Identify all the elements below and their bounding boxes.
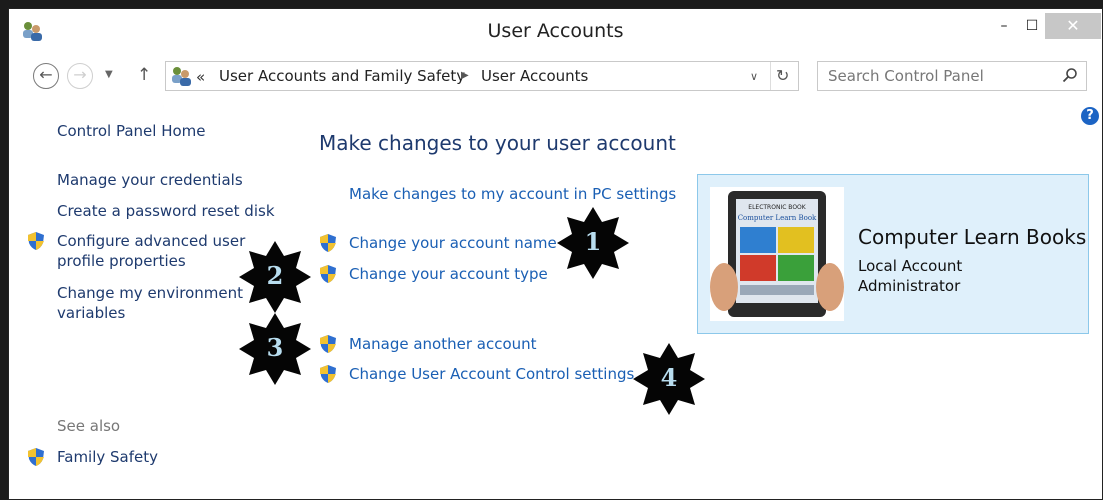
address-dropdown-icon[interactable]: ∨ xyxy=(750,70,758,83)
callout-badge-1: 1 xyxy=(555,205,631,281)
close-button[interactable]: ✕ xyxy=(1045,13,1101,39)
picture-caption-title: Computer Learn Book xyxy=(738,214,817,222)
title-bar: User Accounts – ☐ ✕ xyxy=(9,9,1102,53)
callout-number: 1 xyxy=(584,227,602,256)
sidebar-change-environment-variables[interactable]: Change my environment variables xyxy=(57,283,257,323)
shield-icon xyxy=(320,265,336,283)
account-role: Administrator xyxy=(858,277,961,295)
refresh-icon[interactable]: ↻ xyxy=(776,66,789,85)
account-type: Local Account xyxy=(858,257,963,275)
callout-badge-3: 3 xyxy=(237,311,313,387)
forward-button[interactable]: → xyxy=(67,63,93,89)
sidebar-configure-advanced-profile[interactable]: Configure advanced user profile properti… xyxy=(57,231,257,271)
maximize-button[interactable]: ☐ xyxy=(1017,13,1047,39)
breadcrumb-user-accounts[interactable]: User Accounts xyxy=(481,67,588,85)
sidebar-create-password-reset-disk[interactable]: Create a password reset disk xyxy=(57,201,275,221)
task-change-uac-settings[interactable]: Change User Account Control settings xyxy=(349,365,634,383)
back-button[interactable]: ← xyxy=(33,63,59,89)
sidebar-control-panel-home[interactable]: Control Panel Home xyxy=(57,121,206,141)
callout-number: 2 xyxy=(266,261,284,290)
user-accounts-window: User Accounts – ☐ ✕ ← → ▼ ↑ « User Accou… xyxy=(8,8,1103,500)
help-icon[interactable]: ? xyxy=(1081,107,1099,125)
callout-badge-2: 2 xyxy=(237,239,313,315)
search-icon[interactable] xyxy=(1062,67,1078,83)
account-picture: ELECTRONIC BOOK Computer Learn Book xyxy=(710,187,844,321)
page-heading: Make changes to your user account xyxy=(319,131,676,155)
search-placeholder: Search Control Panel xyxy=(828,67,984,85)
address-bar[interactable]: « User Accounts and Family Safety ▶ User… xyxy=(165,61,799,91)
up-button[interactable]: ↑ xyxy=(137,65,151,85)
account-name: Computer Learn Books xyxy=(858,225,1087,249)
shield-icon xyxy=(320,365,336,383)
address-divider xyxy=(770,62,771,90)
shield-icon xyxy=(28,232,44,250)
navigation-bar: ← → ▼ ↑ « User Accounts and Family Safet… xyxy=(9,59,1102,93)
callout-badge-4: 4 xyxy=(631,341,707,417)
shield-icon xyxy=(320,234,336,252)
task-change-account-type[interactable]: Change your account type xyxy=(349,265,548,283)
breadcrumb-separator-icon[interactable]: ▶ xyxy=(461,70,469,81)
recent-locations-dropdown-icon[interactable]: ▼ xyxy=(105,69,113,80)
shield-icon xyxy=(320,335,336,353)
account-info-panel: ELECTRONIC BOOK Computer Learn Book Comp… xyxy=(697,174,1089,334)
window-title: User Accounts xyxy=(487,20,624,42)
breadcrumb-user-accounts-and-family-safety[interactable]: User Accounts and Family Safety xyxy=(219,67,465,85)
callout-number: 4 xyxy=(660,363,678,392)
minimize-button[interactable]: – xyxy=(989,13,1019,39)
user-accounts-icon xyxy=(172,67,191,86)
task-manage-another-account[interactable]: Manage another account xyxy=(349,335,537,353)
see-also-label: See also xyxy=(57,417,121,435)
task-change-account-name[interactable]: Change your account name xyxy=(349,234,557,252)
search-input[interactable]: Search Control Panel xyxy=(817,61,1087,91)
shield-icon xyxy=(28,448,44,466)
sidebar-manage-credentials[interactable]: Manage your credentials xyxy=(57,170,243,190)
see-also-family-safety[interactable]: Family Safety xyxy=(57,447,158,467)
breadcrumb-overflow-icon[interactable]: « xyxy=(196,68,205,86)
picture-caption-top: ELECTRONIC BOOK xyxy=(748,204,806,211)
callout-number: 3 xyxy=(266,333,284,362)
task-pc-settings[interactable]: Make changes to my account in PC setting… xyxy=(349,185,676,203)
